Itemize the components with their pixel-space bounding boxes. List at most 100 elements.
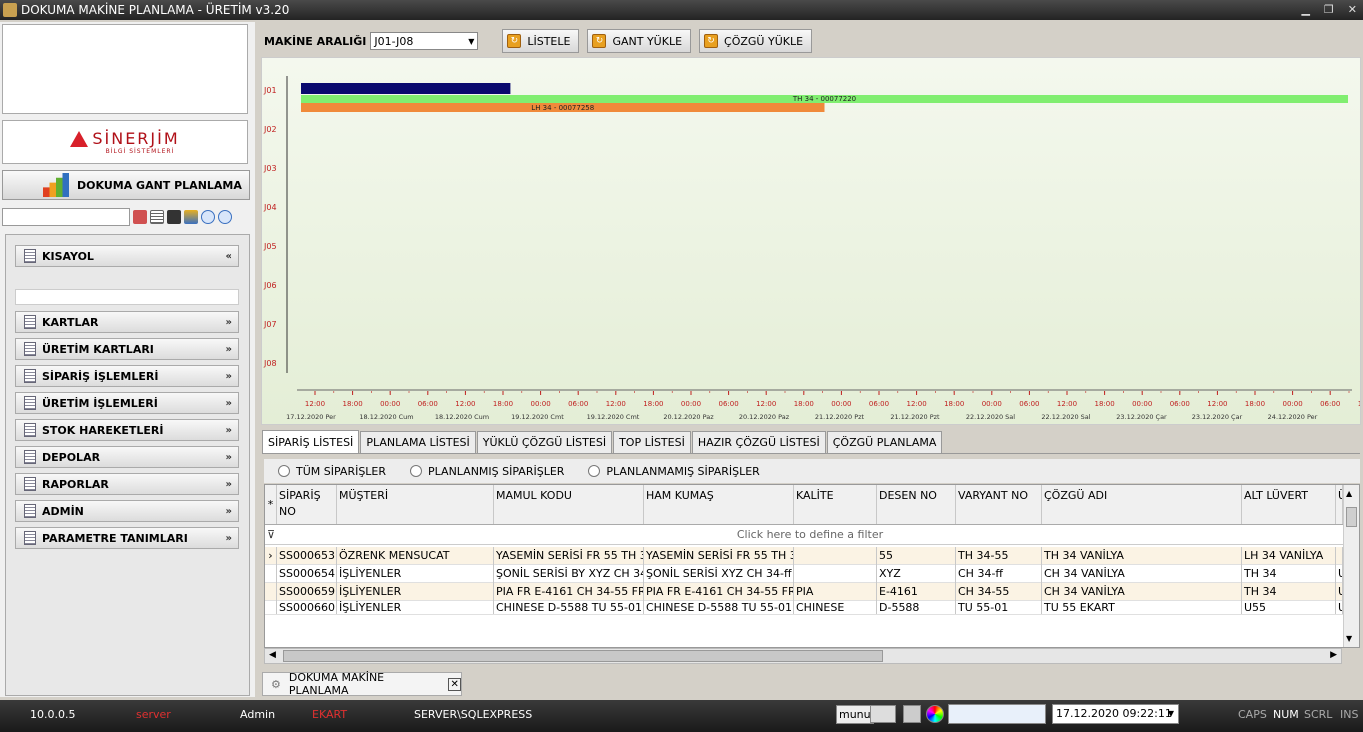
title-bar: DOKUMA MAKİNE PLANLAMA - ÜRETİM v3.20 ▁ … [0, 0, 1363, 20]
time-tick-label: 06:00 [568, 400, 588, 408]
tab-siparis-listesi[interactable]: SİPARİŞ LİSTESİ [262, 430, 360, 453]
radio-planned-orders[interactable]: PLANLANMIŞ SİPARİŞLER [410, 465, 564, 478]
table-row[interactable]: SS000659 İŞLİYENLER PIA FR E-4161 CH 34-… [265, 582, 1343, 601]
machine-range-label: MAKİNE ARALIĞI [264, 34, 367, 48]
kisayol-content [15, 289, 239, 305]
date-tick-label: 21.12.2020 Pzt [815, 413, 865, 421]
chevron-down-icon: » [225, 451, 232, 463]
scroll-thumb[interactable] [283, 650, 883, 662]
machine-label-J06: J06 [263, 281, 277, 290]
scroll-thumb[interactable] [1346, 507, 1357, 527]
order-grid: * SİPARİŞ NO MÜŞTERİ MAMUL KODU HAM KUMA… [264, 484, 1360, 648]
document-icon [24, 450, 36, 464]
nav-uretim-islemleri[interactable]: ÜRETİM İŞLEMLERİ» [15, 392, 239, 414]
col-ham-kumas[interactable]: HAM KUMAŞ [644, 485, 794, 524]
chevron-down-icon: » [225, 478, 232, 490]
row-pointer-icon: › [265, 546, 277, 565]
nav-depolar[interactable]: DEPOLAR» [15, 446, 239, 468]
nav-admin[interactable]: ADMİN» [15, 500, 239, 522]
blank-icon[interactable] [903, 705, 921, 723]
gantt-bar-label: LH 34 - 00077258 [531, 104, 594, 112]
date-tick-label: 18.12.2020 Cum [435, 413, 489, 421]
datetime-picker[interactable]: 17.12.2020 09:22:11 ▼ [1052, 704, 1179, 724]
warp-load-button[interactable]: ↻ ÇÖZGÜ YÜKLE [699, 29, 813, 53]
time-tick-label: 12:00 [756, 400, 776, 408]
table-row[interactable]: › SS000653 ÖZRENK MENSUCAT YASEMİN SERİS… [265, 546, 1343, 565]
nav-parametre-tanimlari[interactable]: PARAMETRE TANIMLARI» [15, 527, 239, 549]
chart-icon [43, 173, 69, 197]
user-name: Admin [240, 708, 276, 721]
list-button[interactable]: ↻ LİSTELE [502, 29, 580, 53]
scroll-up-icon[interactable]: ▲ [1346, 489, 1352, 498]
arrow-up-icon[interactable] [218, 210, 232, 224]
arrow-down-icon[interactable] [201, 210, 215, 224]
color-wheel-icon[interactable] [926, 705, 944, 723]
date-tick-label: 23.12.2020 Çar [1116, 413, 1167, 421]
machine-label-J01: J01 [263, 86, 277, 95]
scroll-left-icon[interactable]: ◀ [269, 650, 276, 660]
radio-unplanned-orders[interactable]: PLANLANMAMIŞ SİPARİŞLER [588, 465, 760, 478]
caps-indicator: CAPS [1238, 708, 1267, 721]
col-kalite[interactable]: KALİTE [794, 485, 877, 524]
col-musteri[interactable]: MÜŞTERİ [337, 485, 494, 524]
document-tab[interactable]: ⚙ DOKUMA MAKİNE PLANLAMA ✕ [262, 671, 462, 697]
scroll-down-icon[interactable]: ▼ [1346, 634, 1352, 643]
save-icon[interactable] [167, 210, 181, 224]
filter-icon: ⊽ [266, 528, 276, 541]
col-cozgu-adi[interactable]: ÇÖZGÜ ADI [1042, 485, 1242, 524]
eraser-icon[interactable] [133, 210, 147, 224]
machine-label-J03: J03 [263, 164, 277, 173]
panel-splitter[interactable] [255, 22, 260, 697]
col-varyant-no[interactable]: VARYANT NO [956, 485, 1042, 524]
minimize-button[interactable]: ▁ [1301, 3, 1309, 16]
nav-kisayol[interactable]: KISAYOL « [15, 245, 239, 267]
date-tick-label: 18.12.2020 Cum [359, 413, 413, 421]
col-mamul-kodu[interactable]: MAMUL KODU [494, 485, 644, 524]
nav-siparis-islemleri[interactable]: SİPARİŞ İŞLEMLERİ» [15, 365, 239, 387]
document-icon [24, 249, 36, 263]
time-tick-label: 06:00 [1170, 400, 1190, 408]
tab-planlama-listesi[interactable]: PLANLAMA LİSTESİ [360, 431, 476, 453]
tab-yuklu-cozgu-listesi[interactable]: YÜKLÜ ÇÖZGÜ LİSTESİ [476, 431, 613, 453]
nav-stok-hareketleri[interactable]: STOK HAREKETLERİ» [15, 419, 239, 441]
close-tab-icon[interactable]: ✕ [448, 677, 461, 691]
radio-all-orders[interactable]: TÜM SİPARİŞLER [278, 465, 386, 478]
tab-hazir-cozgu-listesi[interactable]: HAZIR ÇÖZGÜ LİSTESİ [691, 431, 826, 453]
scroll-right-icon[interactable]: ▶ [1330, 650, 1337, 660]
nav-kartlar[interactable]: KARTLAR» [15, 311, 239, 333]
nav-uretim-kartlari[interactable]: ÜRETİM KARTLARI» [15, 338, 239, 360]
chevron-down-icon: » [225, 343, 232, 355]
gant-planning-button[interactable]: DOKUMA GANT PLANLAMA [2, 170, 250, 200]
date-tick-label: 20.12.2020 Paz [739, 413, 790, 421]
sort-az-icon[interactable] [184, 210, 198, 224]
grid-filter-row[interactable]: ⊽ Click here to define a filter [265, 525, 1343, 545]
col-alt-luvert[interactable]: ALT LÜVERT [1242, 485, 1336, 524]
table-row[interactable]: SS000660 İŞLİYENLER CHINESE D-5588 TU 55… [265, 601, 1343, 615]
table-row[interactable]: SS000654 İŞLİYENLER ŞONİL SERİSİ BY XYZ … [265, 564, 1343, 583]
tab-cozgu-planlama[interactable]: ÇÖZGÜ PLANLAMA [826, 431, 943, 453]
col-siparis-no[interactable]: SİPARİŞ NO [277, 485, 337, 524]
menu-indicator[interactable]: munu [836, 705, 874, 724]
keyboard-icon[interactable] [870, 705, 896, 723]
nav-search-input[interactable] [2, 208, 130, 226]
col-extra[interactable]: Ü [1336, 485, 1343, 524]
gant-load-button[interactable]: ↻ GANT YÜKLE [587, 29, 692, 53]
refresh-icon: ↻ [507, 34, 522, 48]
grid-vertical-scrollbar[interactable]: ▲ ▼ [1343, 485, 1359, 647]
tab-top-listesi[interactable]: TOP LİSTESİ [613, 431, 691, 453]
gantt-bar [301, 83, 511, 94]
refresh-icon: ↻ [592, 34, 607, 48]
grid-horizontal-scrollbar[interactable]: ◀ ▶ [264, 648, 1342, 664]
list-icon[interactable] [150, 210, 164, 224]
machine-range-select[interactable]: J01-J08 ▼ [370, 32, 479, 50]
time-tick-label: 12:00 [305, 400, 325, 408]
nav-raporlar[interactable]: RAPORLAR» [15, 473, 239, 495]
maximize-button[interactable]: ❐ [1324, 3, 1334, 16]
time-tick-label: 18:00 [944, 400, 964, 408]
gantt-svg[interactable]: J01 J02 J03 J04 J05 J06 J07 J08 TH 34 - 00077220… [262, 58, 1363, 424]
col-desen-no[interactable]: DESEN NO [877, 485, 956, 524]
time-tick-label: 00:00 [831, 400, 851, 408]
close-button[interactable]: ✕ [1348, 3, 1357, 16]
gantt-chart[interactable]: J01 J02 J03 J04 J05 J06 J07 J08 TH 34 - 00077220… [261, 57, 1363, 425]
chevron-down-icon: » [225, 505, 232, 517]
